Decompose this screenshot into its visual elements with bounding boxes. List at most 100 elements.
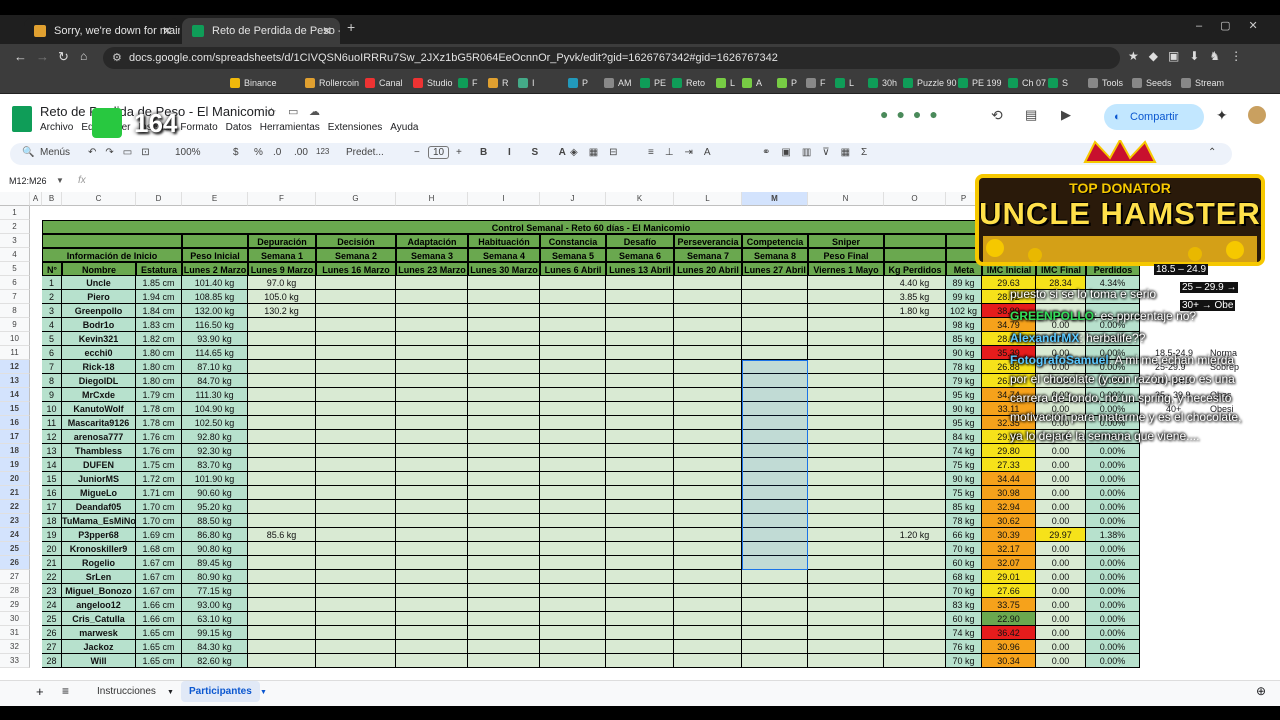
- increase-decimal-button[interactable]: .00: [294, 147, 308, 158]
- week-header[interactable]: Semana 7: [674, 248, 742, 262]
- gemini-icon[interactable]: ✦: [1216, 107, 1228, 124]
- week1-weight[interactable]: 97.0 kg: [248, 276, 316, 290]
- week-weight-cell[interactable]: [674, 458, 742, 472]
- participant-name[interactable]: marwesk: [62, 626, 136, 640]
- row-header[interactable]: 9: [0, 318, 30, 332]
- week-weight-cell[interactable]: [606, 654, 674, 668]
- row-header[interactable]: 3: [0, 234, 30, 248]
- kg-lost[interactable]: 3.85 kg: [884, 290, 946, 304]
- peso-inicial-spacer[interactable]: [182, 234, 248, 248]
- initial-weight[interactable]: 93.90 kg: [182, 332, 248, 346]
- week-weight-cell[interactable]: [606, 486, 674, 500]
- kg-lost[interactable]: [884, 486, 946, 500]
- percent-lost[interactable]: 0.00%: [1086, 598, 1140, 612]
- kg-lost[interactable]: 1.20 kg: [884, 528, 946, 542]
- bookmark-1[interactable]: Rollercoin: [305, 76, 359, 90]
- bmi-final[interactable]: 0.00: [1036, 626, 1086, 640]
- bmi-initial[interactable]: 32.17: [982, 542, 1036, 556]
- home-icon[interactable]: ⌂: [80, 49, 87, 63]
- initial-weight[interactable]: 132.00 kg: [182, 304, 248, 318]
- week-weight-cell[interactable]: [316, 514, 396, 528]
- menu-archivo[interactable]: Archivo: [40, 122, 73, 133]
- week-weight-cell[interactable]: [808, 514, 884, 528]
- column-label[interactable]: Lunes 30 Marzo: [468, 262, 540, 276]
- goal-weight[interactable]: 90 kg: [946, 346, 982, 360]
- week-weight-cell[interactable]: [674, 640, 742, 654]
- week-weight-cell[interactable]: [606, 416, 674, 430]
- bmi-initial[interactable]: 29.01: [982, 570, 1036, 584]
- kg-lost[interactable]: [884, 472, 946, 486]
- participant-height[interactable]: 1.69 cm: [136, 528, 182, 542]
- week-weight-cell[interactable]: [606, 318, 674, 332]
- bmi-initial[interactable]: 32.94: [982, 500, 1036, 514]
- week-weight-cell[interactable]: [674, 304, 742, 318]
- currency-button[interactable]: $: [233, 147, 239, 158]
- week-weight-cell[interactable]: [396, 542, 468, 556]
- kg-lost[interactable]: [884, 612, 946, 626]
- week1-weight[interactable]: [248, 486, 316, 500]
- participant-height[interactable]: 1.66 cm: [136, 612, 182, 626]
- week-weight-cell[interactable]: [396, 388, 468, 402]
- bmi-initial[interactable]: 33.75: [982, 598, 1036, 612]
- bmi-initial[interactable]: 30.96: [982, 640, 1036, 654]
- kg-lost[interactable]: [884, 640, 946, 654]
- row-number[interactable]: 19: [42, 528, 62, 542]
- row-header[interactable]: 12: [0, 360, 30, 374]
- kg-lost[interactable]: [884, 654, 946, 668]
- column-label[interactable]: Lunes 27 Abril: [742, 262, 808, 276]
- column-header-e[interactable]: E: [182, 192, 248, 206]
- address-bar[interactable]: ⚙ docs.google.com/spreadsheets/d/1CIVQSN…: [103, 47, 1120, 69]
- kg-lost[interactable]: [884, 444, 946, 458]
- week-weight-cell[interactable]: [808, 584, 884, 598]
- week-weight-cell[interactable]: [468, 388, 540, 402]
- bmi-initial[interactable]: 32.07: [982, 556, 1036, 570]
- kg-lost[interactable]: [884, 318, 946, 332]
- week-weight-cell[interactable]: [468, 626, 540, 640]
- bmi-final[interactable]: 0.00: [1036, 640, 1086, 654]
- week-weight-cell[interactable]: [396, 598, 468, 612]
- participant-height[interactable]: 1.76 cm: [136, 430, 182, 444]
- percent-lost[interactable]: 0.00%: [1086, 584, 1140, 598]
- column-header-m[interactable]: M: [742, 192, 808, 206]
- initial-weight[interactable]: 108.85 kg: [182, 290, 248, 304]
- participant-name[interactable]: Will: [62, 654, 136, 668]
- week-weight-cell[interactable]: [396, 416, 468, 430]
- participant-name[interactable]: Jackoz: [62, 640, 136, 654]
- week1-weight[interactable]: [248, 416, 316, 430]
- week-weight-cell[interactable]: [540, 290, 606, 304]
- week-weight-cell[interactable]: [540, 402, 606, 416]
- link-comment-chart-icons[interactable]: ⚭▣▥⊽▦Σ: [762, 147, 878, 158]
- participant-height[interactable]: 1.80 cm: [136, 360, 182, 374]
- bookmark-21[interactable]: Tools: [1088, 76, 1123, 90]
- week-header[interactable]: Semana 1: [248, 248, 316, 262]
- week-weight-cell[interactable]: [468, 444, 540, 458]
- initial-weight[interactable]: 82.60 kg: [182, 654, 248, 668]
- bmi-final[interactable]: 0.00: [1036, 598, 1086, 612]
- week-weight-cell[interactable]: [674, 332, 742, 346]
- menu-herramientas[interactable]: Herramientas: [260, 122, 320, 133]
- comments-icon[interactable]: ▤: [1025, 107, 1037, 123]
- column-header-i[interactable]: I: [468, 192, 540, 206]
- week1-weight[interactable]: [248, 500, 316, 514]
- goal-weight[interactable]: 68 kg: [946, 570, 982, 584]
- row-header[interactable]: 28: [0, 584, 30, 598]
- week-weight-cell[interactable]: [606, 346, 674, 360]
- row-number[interactable]: 21: [42, 556, 62, 570]
- history-icon[interactable]: ⟲: [991, 107, 1003, 124]
- week-weight-cell[interactable]: [396, 584, 468, 598]
- week1-weight[interactable]: [248, 514, 316, 528]
- participant-name[interactable]: MrCxde: [62, 388, 136, 402]
- week-weight-cell[interactable]: [396, 458, 468, 472]
- phase-header[interactable]: Depuración: [248, 234, 316, 248]
- week1-weight[interactable]: [248, 346, 316, 360]
- menus-label[interactable]: Menús: [40, 147, 70, 158]
- week-weight-cell[interactable]: [316, 486, 396, 500]
- week1-weight[interactable]: [248, 598, 316, 612]
- peso-inicial-header[interactable]: Peso Inicial: [182, 248, 248, 262]
- participant-height[interactable]: 1.67 cm: [136, 570, 182, 584]
- participant-name[interactable]: DUFEN: [62, 458, 136, 472]
- goal-weight[interactable]: 90 kg: [946, 402, 982, 416]
- row-header[interactable]: 32: [0, 640, 30, 654]
- week-weight-cell[interactable]: [808, 388, 884, 402]
- week-weight-cell[interactable]: [540, 430, 606, 444]
